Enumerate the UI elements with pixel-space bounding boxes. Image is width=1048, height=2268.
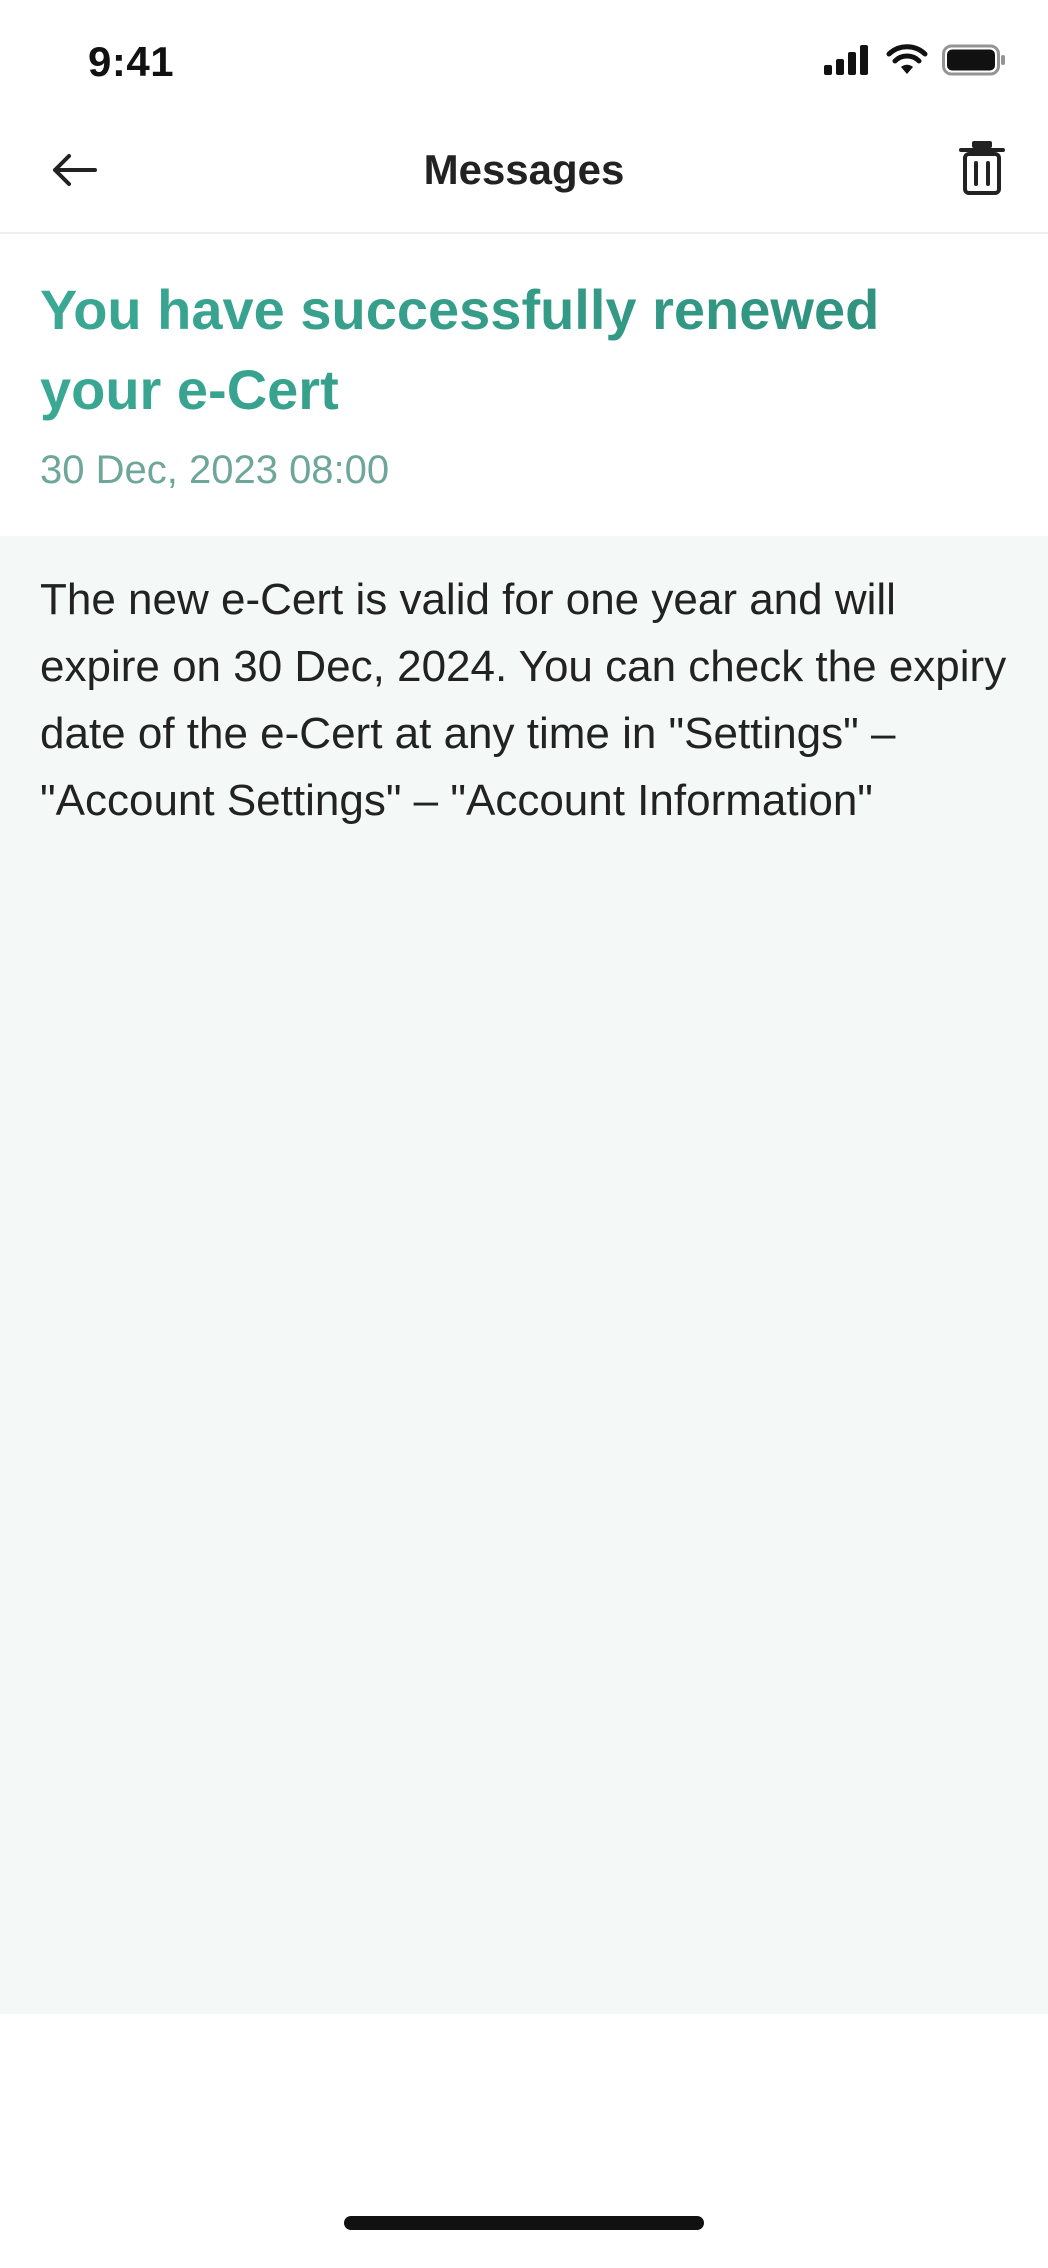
- status-time: 9:41: [88, 38, 175, 85]
- message-body-container: The new e-Cert is valid for one year and…: [0, 536, 1048, 2014]
- message-date: 30 Dec, 2023 08:00: [40, 448, 390, 492]
- message-header: You have successfully renewed your e-Cer…: [0, 234, 1048, 536]
- nav-bar: Messages: [0, 120, 1048, 234]
- delete-button[interactable]: [940, 128, 1024, 212]
- status-bar: 9:41: [0, 0, 1048, 120]
- page-title: Messages: [423, 146, 625, 193]
- battery-icon: [942, 44, 1006, 81]
- trash-icon: [958, 140, 1006, 201]
- message-title: You have successfully renewed your e-Cer…: [40, 270, 1000, 430]
- signal-icon: [824, 45, 872, 80]
- status-icons: [824, 44, 1006, 81]
- home-indicator[interactable]: [344, 2216, 704, 2230]
- message-body: The new e-Cert is valid for one year and…: [40, 575, 1007, 825]
- wifi-icon: [886, 44, 928, 81]
